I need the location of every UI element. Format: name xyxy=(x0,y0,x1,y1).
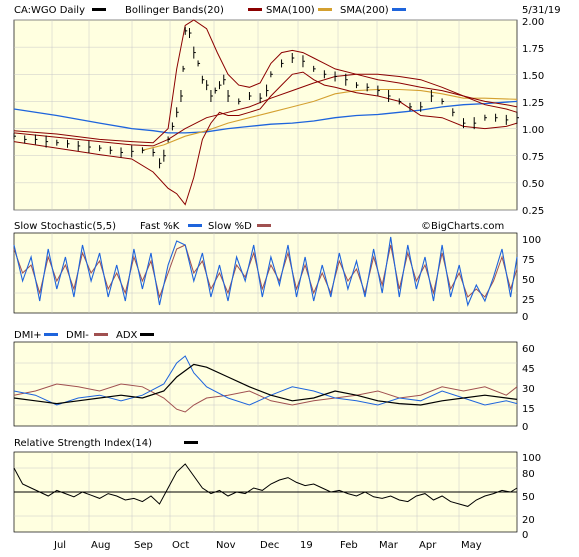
price-tick: 1.75 xyxy=(522,44,544,55)
price-tick: 0.75 xyxy=(522,152,544,163)
adx-legend-swatch xyxy=(140,333,154,336)
x-label: Apr xyxy=(419,540,437,551)
dmi-tick: 30 xyxy=(522,384,535,395)
price-y-ticks: 2.00 1.75 1.50 1.25 1.00 0.75 0.50 0.25 xyxy=(522,17,544,217)
dmi-tick: 60 xyxy=(522,344,535,355)
stochastic-legend-slow: Slow %D xyxy=(208,221,252,232)
dmi-legend-minus: DMI- xyxy=(66,330,89,341)
price-tick: 1.00 xyxy=(522,125,544,136)
price-panel: CA:WGO Daily Bollinger Bands(20) SMA(100… xyxy=(13,5,561,217)
dmi-legend: DMI+ DMI- ADX xyxy=(14,330,154,341)
price-legend-bollinger: Bollinger Bands(20) xyxy=(125,5,224,16)
chart-date: 5/31/19 xyxy=(522,5,561,16)
price-tick: 0.25 xyxy=(522,206,544,217)
dmi-y-ticks: 60 45 30 15 0 xyxy=(522,344,535,433)
x-label: Nov xyxy=(216,540,236,551)
price-tick: 0.50 xyxy=(522,179,544,190)
dmiplus-legend-swatch xyxy=(44,333,58,336)
bigcharts-technical-chart: CA:WGO Daily Bollinger Bands(20) SMA(100… xyxy=(13,5,561,551)
price-tick: 1.25 xyxy=(522,98,544,109)
stoch-tick: 75 xyxy=(522,255,535,266)
x-label: May xyxy=(461,540,482,551)
x-label: Feb xyxy=(340,540,358,551)
price-tick: 1.50 xyxy=(522,71,544,82)
fastk-legend-swatch xyxy=(188,224,202,227)
slowd-legend-swatch xyxy=(257,224,271,227)
x-label: 19 xyxy=(300,540,313,551)
dmi-tick: 15 xyxy=(522,404,535,415)
dmiminus-legend-swatch xyxy=(94,333,108,336)
rsi-legend-title: Relative Strength Index(14) xyxy=(14,438,152,449)
bollinger-legend-swatch xyxy=(248,8,262,11)
x-label: Mar xyxy=(379,540,399,551)
price-legend-symbol: CA:WGO Daily xyxy=(14,5,85,16)
stochastic-legend: Slow Stochastic(5,5) Fast %K Slow %D ©Bi… xyxy=(14,221,504,232)
stochastic-y-ticks: 100 75 50 25 0 xyxy=(522,235,541,323)
stoch-tick: 0 xyxy=(522,312,528,323)
stochastic-legend-title: Slow Stochastic(5,5) xyxy=(14,221,116,232)
sma100-legend-swatch xyxy=(318,8,332,11)
dmi-tick: 0 xyxy=(522,422,528,433)
rsi-legend: Relative Strength Index(14) xyxy=(14,438,198,449)
price-legend: CA:WGO Daily Bollinger Bands(20) SMA(100… xyxy=(14,5,561,16)
dmi-legend-plus: DMI+ xyxy=(14,330,42,341)
stoch-tick: 25 xyxy=(522,295,535,306)
x-label: Sep xyxy=(134,540,153,551)
price-legend-swatch xyxy=(92,8,106,11)
stoch-tick: 100 xyxy=(522,235,541,246)
stoch-tick: 50 xyxy=(522,275,535,286)
price-legend-sma200: SMA(200) xyxy=(340,5,389,16)
rsi-y-ticks: 100 80 50 20 0 xyxy=(522,453,541,541)
x-label: Aug xyxy=(91,540,111,551)
watermark: ©BigCharts.com xyxy=(421,221,504,232)
x-label: Jul xyxy=(53,540,66,551)
x-axis-labels: Jul Aug Sep Oct Nov Dec 19 Feb Mar Apr M… xyxy=(53,540,482,551)
x-label: Oct xyxy=(172,540,189,551)
rsi-tick: 100 xyxy=(522,453,541,464)
rsi-tick: 0 xyxy=(522,530,528,541)
sma200-legend-swatch xyxy=(392,8,406,11)
rsi-tick: 20 xyxy=(522,515,535,526)
dmi-tick: 45 xyxy=(522,364,535,375)
price-tick: 2.00 xyxy=(522,17,544,28)
x-label: Dec xyxy=(260,540,279,551)
dmi-legend-adx: ADX xyxy=(116,330,138,341)
dmi-panel: DMI+ DMI- ADX 60 45 30 15 0 xyxy=(13,330,535,433)
rsi-tick: 80 xyxy=(522,469,535,480)
price-legend-sma100: SMA(100) xyxy=(266,5,315,16)
stochastic-legend-fast: Fast %K xyxy=(140,221,180,232)
rsi-legend-swatch xyxy=(184,441,198,444)
rsi-tick: 50 xyxy=(522,492,535,503)
rsi-panel: Relative Strength Index(14) 100 80 50 20… xyxy=(13,438,541,541)
stochastic-panel: Slow Stochastic(5,5) Fast %K Slow %D ©Bi… xyxy=(13,221,541,323)
